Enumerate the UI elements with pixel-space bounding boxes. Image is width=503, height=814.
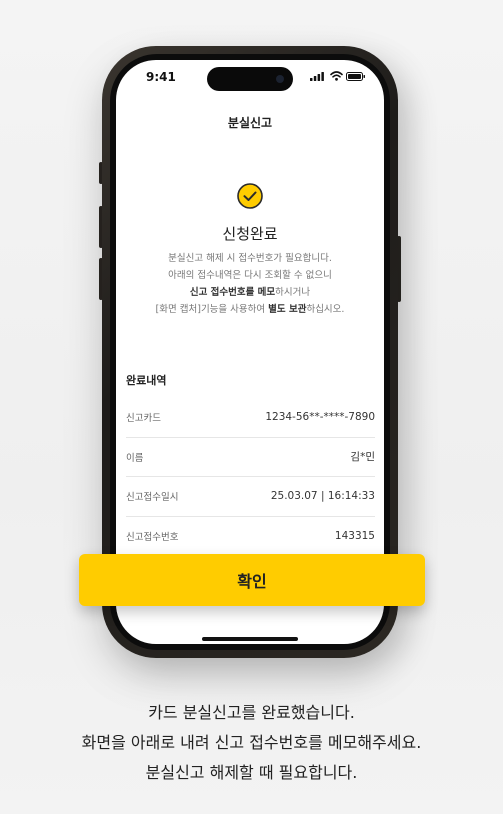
confirm-button[interactable]: 확인 (79, 554, 425, 606)
description-line: [화면 캡처]기능을 사용하여 별도 보관하십시오. (116, 301, 384, 318)
detail-row-receipt-number: 신고접수번호 143315 (126, 517, 375, 556)
detail-value: 1234-56**-****-7890 (265, 411, 375, 424)
caption-line: 카드 분실신고를 완료했습니다. (148, 703, 355, 722)
check-circle-icon (237, 183, 263, 209)
detail-row-name: 이름 김*민 (126, 438, 375, 477)
description-line: 분실신고 해제 시 접수번호가 필요합니다. (168, 253, 332, 264)
description-emphasis: 별도 보관 (268, 304, 307, 315)
home-indicator (202, 637, 298, 641)
detail-value: 김*민 (350, 451, 375, 464)
detail-row-card: 신고카드 1234-56**-****-7890 (126, 398, 375, 438)
front-camera (276, 75, 284, 83)
status-bar: 9:41 (116, 60, 384, 92)
caption-line: 화면을 아래로 내려 신고 접수번호를 메모해주세요. (81, 733, 422, 752)
battery-icon (346, 72, 365, 81)
description-line: 신고 접수번호를 메모하시거나 (116, 284, 384, 301)
detail-row-datetime: 신고접수일시 25.03.07 | 16:14:33 (126, 477, 375, 517)
detail-value: 143315 (334, 529, 375, 542)
wifi-icon (330, 71, 343, 81)
detail-label: 이름 (126, 452, 144, 464)
description-text: 하시거나 (275, 287, 311, 298)
details-list: 신고카드 1234-56**-****-7890 이름 김*민 신고접수일시 2… (126, 398, 375, 555)
description-line: 아래의 접수내역은 다시 조회할 수 없으니 (168, 270, 332, 281)
description-text: 하십시오. (306, 304, 345, 315)
signal-icon (310, 72, 324, 81)
detail-label: 신고접수일시 (126, 492, 179, 504)
result-title: 신청완료 (222, 225, 278, 243)
description-emphasis: 신고 접수번호를 메모 (189, 287, 276, 298)
caption-line: 분실신고 해제할 때 필요합니다. (145, 763, 358, 782)
dynamic-island (207, 67, 293, 91)
details-section-title: 완료내역 (126, 374, 167, 387)
result-description: 분실신고 해제 시 접수번호가 필요합니다. 아래의 접수내역은 다시 조회할 … (116, 250, 384, 318)
detail-label: 신고접수번호 (126, 531, 179, 543)
description-text: [화면 캡처]기능을 사용하여 (155, 304, 269, 315)
detail-label: 신고카드 (126, 413, 161, 425)
page-title: 분실신고 (227, 116, 273, 130)
caption-text: 카드 분실신고를 완료했습니다. 화면을 아래로 내려 신고 접수번호를 메모해… (0, 698, 503, 788)
status-time: 9:41 (146, 70, 176, 84)
detail-value: 25.03.07 | 16:14:33 (270, 490, 375, 503)
